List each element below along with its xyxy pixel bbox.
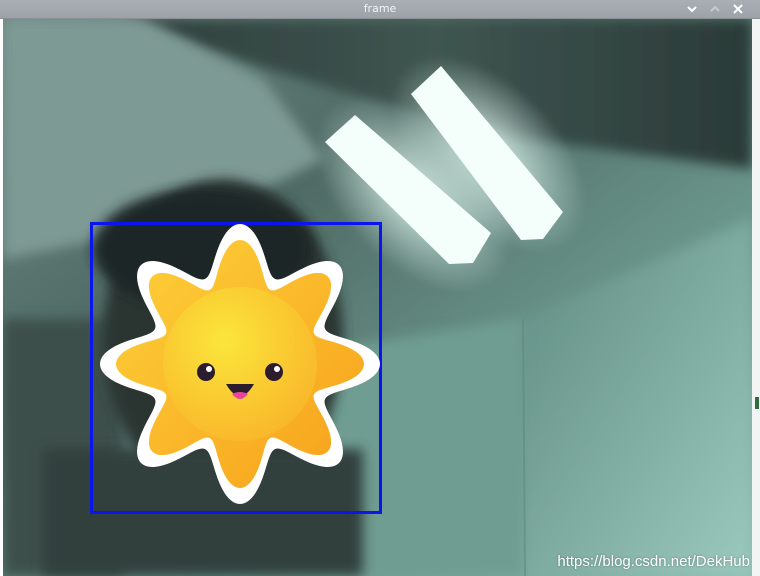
maximize-button[interactable] [706, 0, 724, 18]
close-icon [729, 0, 747, 18]
close-button[interactable] [729, 0, 747, 18]
chevron-up-icon [706, 0, 724, 18]
watermark: https://blog.csdn.net/DekHub [557, 553, 750, 570]
window-title: frame [363, 2, 397, 15]
frame-window: frame https://blog.csdn.net/DekHub [0, 0, 760, 576]
title-bar[interactable]: frame [0, 0, 760, 19]
window-edge [752, 19, 760, 576]
smiling-sun-icon [100, 224, 380, 504]
camera-frame [3, 19, 752, 576]
chevron-down-icon [683, 0, 701, 18]
edge-marker [755, 397, 759, 409]
minimize-button[interactable] [683, 0, 701, 18]
